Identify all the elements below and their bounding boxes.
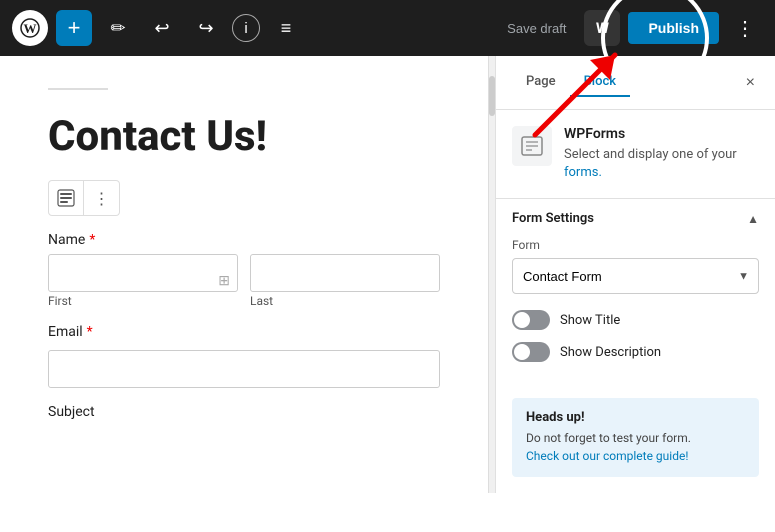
heads-up-link[interactable]: Check out our complete guide! [526,449,688,463]
form-select-label: Form [512,238,759,252]
wpforms-block: WPForms Select and display one of your f… [496,110,775,199]
sidebar-header: Page Block × [496,56,775,110]
form-settings-title: Form Settings [512,211,594,226]
email-label: Email * [48,324,440,340]
editor-line [48,88,108,90]
page-title: Contact Us! [48,114,440,160]
name-label: Name * [48,232,440,248]
more-options-button[interactable]: ⋮ [727,10,763,46]
toolbar: W + ✏ ↩ ↪ i ≡ Save draft W Publish ⋮ [0,0,775,56]
heads-up-text: Do not forget to test your form. Check o… [526,429,745,465]
email-field-group: Email * [48,324,440,388]
show-description-row: Show Description [512,342,759,362]
heads-up-title: Heads up! [526,410,745,425]
main-area: Contact Us! ⋮ Name * [0,56,775,493]
wpforms-title: WPForms [564,126,759,142]
edit-button[interactable]: ✏ [100,10,136,46]
undo-button[interactable]: ↩ [144,10,180,46]
editor-area: Contact Us! ⋮ Name * [0,56,489,493]
form-settings-toggle[interactable]: Form Settings ▲ [496,199,775,238]
sidebar-tabs: Page Block [512,68,630,97]
info-button[interactable]: i [232,14,260,42]
redo-button[interactable]: ↪ [188,10,224,46]
w-button[interactable]: W [584,10,620,46]
form-settings-section: Form Settings ▲ Form Contact Form ▼ [496,199,775,390]
last-name-wrap: Last [250,254,440,308]
block-toolbar: ⋮ [48,180,440,216]
chevron-up-icon: ▲ [747,212,759,226]
wpforms-info: WPForms Select and display one of your f… [564,126,759,182]
show-title-row: Show Title [512,310,759,330]
last-label: Last [250,294,440,308]
tab-page[interactable]: Page [512,68,570,97]
save-draft-button[interactable]: Save draft [497,15,576,42]
show-title-label: Show Title [560,313,620,328]
show-description-label: Show Description [560,345,661,360]
heads-up-box: Heads up! Do not forget to test your for… [512,398,759,477]
show-description-toggle[interactable] [512,342,550,362]
toggle-knob-desc [514,344,530,360]
first-label: First [48,294,238,308]
wpforms-forms-link[interactable]: forms. [564,165,602,180]
sidebar: Page Block × WPForms [495,56,775,493]
email-input[interactable] [48,350,440,388]
toggle-knob [514,312,530,328]
name-field-group: Name * ⊞ First Last [48,232,440,308]
sidebar-close-button[interactable]: × [742,70,759,96]
block-icon[interactable] [48,180,84,216]
last-name-input[interactable] [250,254,440,292]
input-icon: ⊞ [218,273,230,289]
wpforms-desc: Select and display one of your forms. [564,146,759,182]
first-name-wrap: ⊞ First [48,254,238,308]
show-title-toggle[interactable] [512,310,550,330]
wpforms-icon [512,126,552,166]
publish-button[interactable]: Publish [628,12,719,44]
subject-label: Subject [48,404,440,420]
tab-block[interactable]: Block [570,68,630,97]
add-block-button[interactable]: + [56,10,92,46]
form-settings-body: Form Contact Form ▼ Show Title [496,238,775,390]
svg-text:W: W [24,21,37,36]
scrollbar[interactable] [489,56,495,493]
wp-logo-icon[interactable]: W [12,10,48,46]
name-row: ⊞ First Last [48,254,440,308]
form-select[interactable]: Contact Form [512,258,759,294]
block-more-button[interactable]: ⋮ [84,180,120,216]
form-select-wrap: Contact Form ▼ [512,258,759,294]
list-view-button[interactable]: ≡ [268,10,304,46]
first-name-input[interactable] [48,254,238,292]
